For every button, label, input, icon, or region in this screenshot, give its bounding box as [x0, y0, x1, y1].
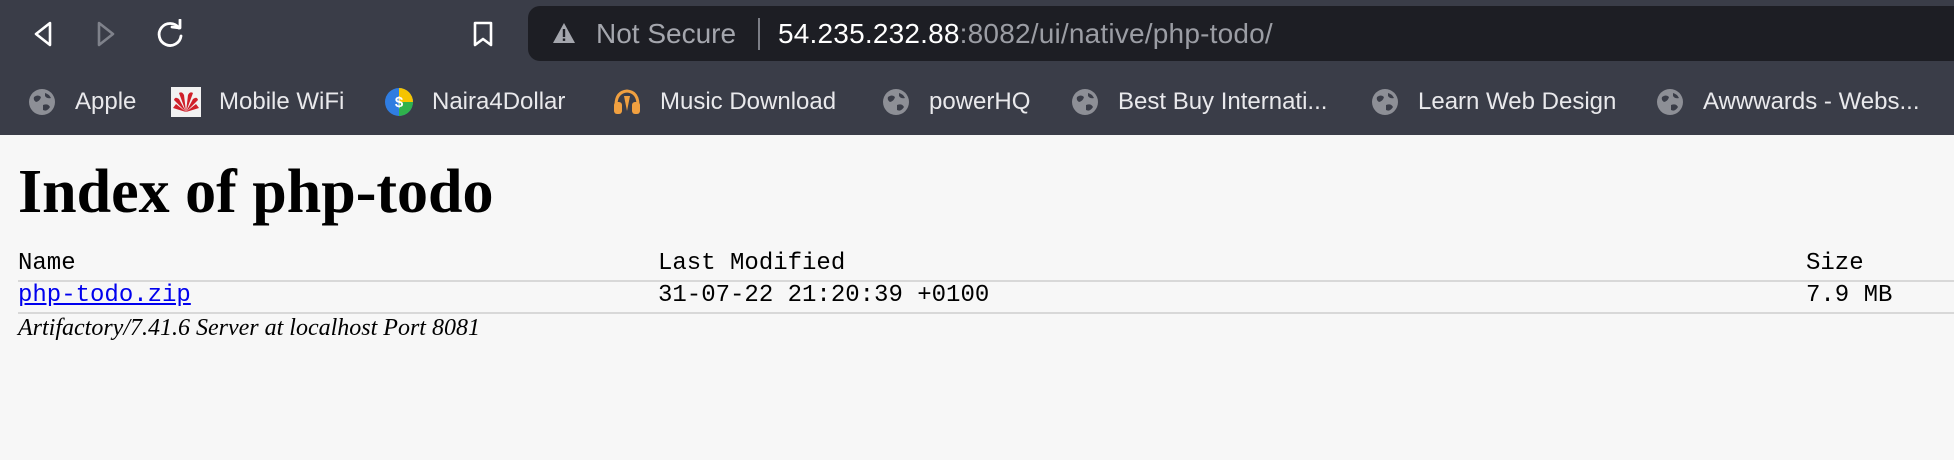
listing-header-row: Name Last Modified Size — [0, 248, 1954, 280]
back-arrow-icon — [34, 21, 52, 47]
globe-icon — [1070, 87, 1100, 117]
column-header-name: Name — [18, 250, 76, 277]
music-icon — [612, 87, 642, 117]
bookmark-awwwards[interactable]: Awwwards - Webs... — [1655, 80, 1920, 124]
back-button[interactable] — [23, 14, 63, 54]
reload-icon — [157, 19, 183, 47]
bookmark-label: Music Download — [660, 88, 837, 115]
bookmark-label: Naira4Dollar — [432, 88, 566, 115]
table-row: php-todo.zip 31-07-22 21:20:39 +0100 7.9… — [0, 280, 1954, 312]
bookmark-music-download[interactable]: Music Download — [612, 80, 836, 124]
bookmark-mobile-wifi[interactable]: Mobile WiFi — [171, 80, 344, 124]
page-content: Index of php-todo Name Last Modified Siz… — [0, 135, 1954, 460]
bookmark-button[interactable] — [463, 14, 503, 54]
page-title: Index of php-todo — [18, 158, 494, 226]
huawei-icon — [171, 87, 201, 117]
bookmark-best-buy[interactable]: Best Buy Internati... — [1070, 80, 1327, 124]
bookmark-label: Apple — [75, 88, 137, 115]
url-divider — [758, 18, 760, 50]
bookmarks-bar: Apple Mobile WiFi $ Naira4Dollar Music D… — [0, 80, 1954, 124]
naira4dollar-icon: $ — [384, 87, 414, 117]
server-signature: Artifactory/7.41.6 Server at localhost P… — [18, 315, 480, 341]
directory-listing: Name Last Modified Size php-todo.zip 31-… — [0, 248, 1954, 314]
bookmark-label: Learn Web Design — [1418, 88, 1617, 115]
bookmark-learn-web-design[interactable]: Learn Web Design — [1370, 80, 1616, 124]
bookmark-naira4dollar[interactable]: $ Naira4Dollar — [384, 80, 565, 124]
bookmark-label: Mobile WiFi — [219, 88, 345, 115]
globe-icon — [1370, 87, 1400, 117]
bookmark-label: Awwwards - Webs... — [1703, 88, 1920, 115]
globe-icon — [1655, 87, 1685, 117]
warning-icon — [553, 23, 575, 43]
url-path: :8082/ui/native/php-todo/ — [959, 18, 1273, 49]
browser-chrome: Not Secure 54.235.232.88:8082/ui/native/… — [0, 0, 1954, 135]
svg-text:$: $ — [395, 94, 404, 111]
bookmark-label: Best Buy Internati... — [1118, 88, 1328, 115]
reload-button[interactable] — [150, 14, 190, 54]
bookmark-label: powerHQ — [929, 88, 1031, 115]
file-last-modified: 31-07-22 21:20:39 +0100 — [658, 282, 990, 309]
file-link[interactable]: php-todo.zip — [18, 280, 191, 312]
file-size: 7.9 MB — [1806, 282, 1893, 309]
forward-button[interactable] — [86, 14, 126, 54]
security-status-label[interactable]: Not Secure — [596, 19, 736, 49]
bookmark-icon — [473, 21, 493, 47]
bookmark-apple[interactable]: Apple — [27, 80, 136, 124]
column-header-last-modified: Last Modified — [658, 250, 846, 277]
address-bar[interactable]: Not Secure 54.235.232.88:8082/ui/native/… — [528, 6, 1954, 61]
url-host: 54.235.232.88 — [778, 18, 960, 49]
browser-toolbar: Not Secure 54.235.232.88:8082/ui/native/… — [0, 0, 1954, 68]
forward-arrow-icon — [97, 21, 115, 47]
column-header-size: Size — [1806, 250, 1864, 277]
url-text[interactable]: 54.235.232.88:8082/ui/native/php-todo/ — [778, 19, 1273, 49]
globe-icon — [27, 87, 57, 117]
bookmark-powerhq[interactable]: powerHQ — [881, 80, 1030, 124]
globe-icon — [881, 87, 911, 117]
